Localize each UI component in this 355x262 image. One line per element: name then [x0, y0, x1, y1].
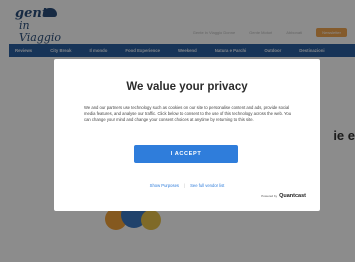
consent-title: We value your privacy — [126, 81, 248, 93]
link-separator: | — [184, 183, 186, 188]
consent-body: We and our partners use technology such … — [84, 105, 292, 122]
consent-dialog: We value your privacy We and our partner… — [54, 59, 320, 211]
powered-by-label: Powered by — [261, 194, 278, 198]
powered-by: Powered by Quantcast — [261, 193, 306, 199]
accept-button[interactable]: I ACCEPT — [134, 145, 238, 163]
consent-links: Show Purposes | See full vendor list — [54, 183, 320, 188]
show-purposes-link[interactable]: Show Purposes — [150, 183, 179, 188]
vendor-list-link[interactable]: See full vendor list — [190, 183, 224, 188]
quantcast-logo: Quantcast — [279, 193, 306, 199]
